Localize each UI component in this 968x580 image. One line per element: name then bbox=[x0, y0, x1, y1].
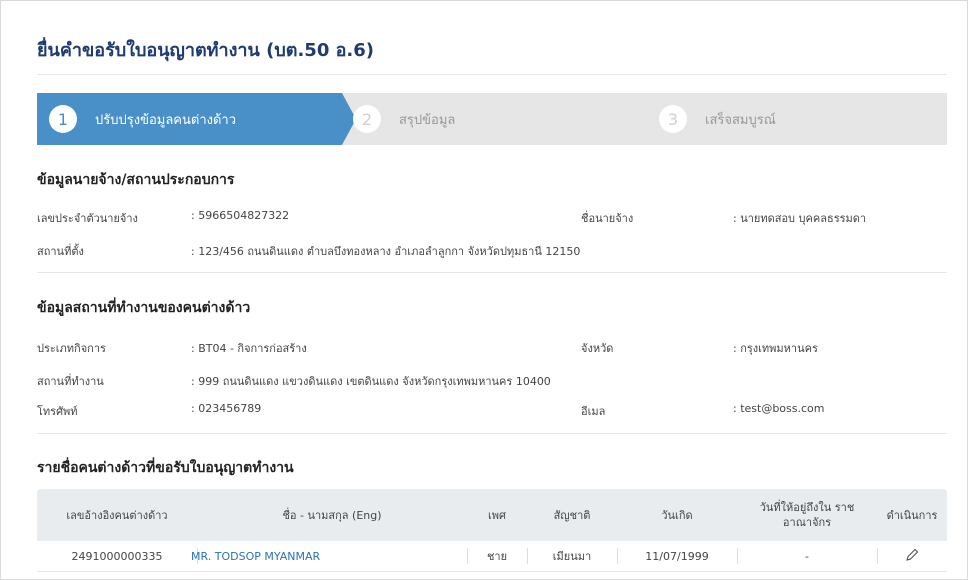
progress-stepper: 1 ปรับปรุงข้อมูลคนต่างด้าว 2 สรุปข้อมูล … bbox=[37, 93, 947, 145]
column-header: ดำเนินการ bbox=[886, 508, 938, 522]
business-type-value: : BT04 - กิจการก่อสร้าง bbox=[191, 342, 307, 355]
step-1: 1 ปรับปรุงข้อมูลคนต่างด้าว bbox=[37, 93, 342, 145]
step-3: 3 เสร็จสมบูรณ์ bbox=[659, 93, 776, 145]
phone-value: : 023456789 bbox=[191, 402, 262, 415]
employer-section-heading: ข้อมูลนายจ้าง/สถานประกอบการ bbox=[37, 172, 235, 188]
workplace-location-label: สถานที่ทำงาน bbox=[37, 375, 104, 388]
column-header: เพศ bbox=[488, 508, 506, 522]
step-number: 1 bbox=[49, 105, 77, 133]
phone-label: โทรศัพท์ bbox=[37, 405, 78, 418]
step-2: 2 สรุปข้อมูล bbox=[353, 93, 455, 145]
email-value: : test@boss.com bbox=[733, 402, 825, 415]
province-label: จังหวัด bbox=[581, 342, 614, 355]
page-frame: ยื่นคำขอรับใบอนุญาตทำงาน (บต.50 อ.6) 1 ป… bbox=[0, 0, 968, 580]
page-title: ยื่นคำขอรับใบอนุญาตทำงาน (บต.50 อ.6) bbox=[37, 40, 375, 61]
step-number: 3 bbox=[659, 105, 687, 133]
workplace-section-heading: ข้อมูลสถานที่ทำงานของคนต่างด้าว bbox=[37, 300, 251, 316]
employer-id-value: : 5966504827322 bbox=[191, 209, 290, 222]
column-header: ชื่อ - นามสกุล (Eng) bbox=[282, 508, 382, 522]
worker-name-link[interactable]: MR. TODSOP MYANMAR bbox=[191, 541, 461, 571]
step-label: ปรับปรุงข้อมูลคนต่างด้าว bbox=[95, 112, 237, 128]
business-type-label: ประเภทกิจการ bbox=[37, 342, 106, 355]
table-row: 2491000000335 MR. TODSOP MYANMAR ชาย เมี… bbox=[37, 541, 947, 572]
step-label: สรุปข้อมูล bbox=[399, 112, 456, 128]
step-number: 2 bbox=[353, 105, 381, 133]
employer-address-value: : 123/456 ถนนดินแดง ตำบลบึงทองหลาง อำเภอ… bbox=[191, 245, 581, 258]
pencil-icon[interactable] bbox=[904, 547, 920, 566]
dob-cell: 11/07/1999 bbox=[645, 549, 709, 563]
employer-name-value: : นายทดสอบ บุคคลธรรมดา bbox=[733, 212, 867, 225]
divider bbox=[37, 433, 947, 434]
workers-table-header: เลขอ้างอิงคนต่างด้าว ชื่อ - นามสกุล (Eng… bbox=[37, 489, 947, 541]
nationality-cell: เมียนมา bbox=[552, 550, 592, 563]
divider bbox=[37, 272, 947, 273]
column-header: สัญชาติ bbox=[553, 508, 591, 522]
workers-section-heading: รายชื่อคนต่างด้าวที่ขอรับใบอนุญาตทำงาน bbox=[37, 460, 294, 476]
ref-cell: 2491000000335 bbox=[71, 549, 163, 563]
edit-button[interactable] bbox=[877, 541, 947, 571]
employer-id-label: เลขประจำตัวนายจ้าง bbox=[37, 212, 138, 225]
sex-cell: ชาย bbox=[486, 550, 508, 563]
province-value: : กรุงเทพมหานคร bbox=[733, 342, 818, 355]
column-header: วันที่ให้อยู่ถึงใน ราชอาณาจักร bbox=[759, 501, 855, 529]
email-label: อีเมล bbox=[581, 405, 606, 418]
column-header: วันเกิด bbox=[661, 508, 693, 522]
employer-address-label: สถานที่ตั้ง bbox=[37, 245, 84, 258]
workplace-location-value: : 999 ถนนดินแดง แขวงดินแดง เขตดินแดง จัง… bbox=[191, 375, 551, 388]
stay-until-cell: - bbox=[805, 549, 809, 563]
divider bbox=[37, 74, 947, 75]
column-header: เลขอ้างอิงคนต่างด้าว bbox=[66, 508, 168, 522]
step-label: เสร็จสมบูรณ์ bbox=[705, 112, 776, 128]
employer-name-label: ชื่อนายจ้าง bbox=[581, 212, 634, 225]
